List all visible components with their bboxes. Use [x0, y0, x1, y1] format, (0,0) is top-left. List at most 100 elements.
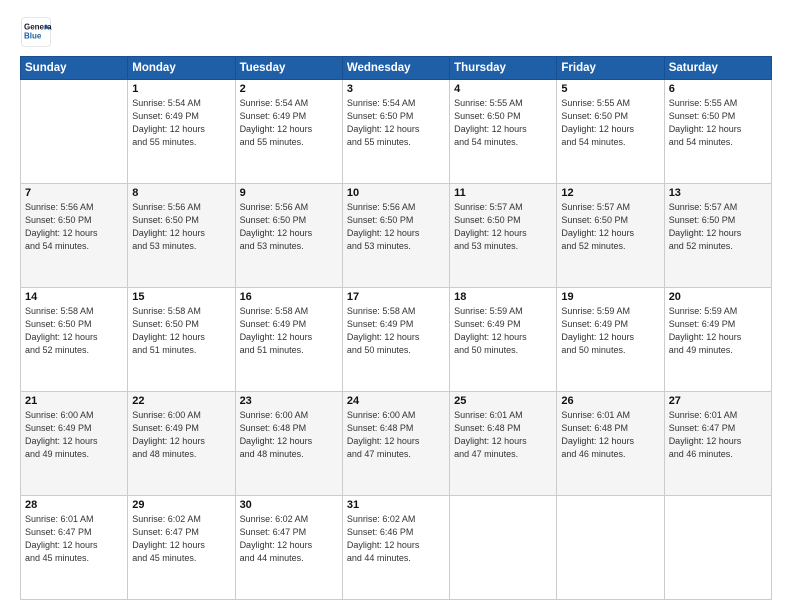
- day-number: 19: [561, 291, 659, 303]
- cell-w2-d2: 16Sunrise: 5:58 AMSunset: 6:49 PMDayligh…: [235, 288, 342, 392]
- cell-w4-d5: [557, 496, 664, 600]
- cell-w4-d4: [450, 496, 557, 600]
- day-number: 12: [561, 187, 659, 199]
- cell-w3-d1: 22 Sunrise: 6:00 AMSunset: 6:49 PMDayligh…: [128, 392, 235, 496]
- day-info: Sunrise: 5:55 AMSunset: 6:50 PMDaylight:…: [561, 97, 659, 149]
- cell-w0-d1: 1Sunrise: 5:54 AMSunset: 6:49 PMDaylight…: [128, 80, 235, 184]
- day-number: 26: [561, 395, 659, 407]
- cell-w0-d6: 6 Sunrise: 5:55 AMSunset: 6:50 PMDaylight…: [664, 80, 771, 184]
- day-number: 18: [454, 291, 552, 303]
- day-number: 13: [669, 187, 767, 199]
- cell-w3-d6: 27 Sunrise: 6:01 AMSunset: 6:47 PMDayligh…: [664, 392, 771, 496]
- day-info: Sunrise: 5:54 AMSunset: 6:50 PMDaylight:…: [347, 97, 445, 149]
- day-info: Sunrise: 6:01 AMSunset: 6:47 PMDaylight:…: [669, 409, 767, 461]
- day-info: Sunrise: 5:55 AMSunset: 6:50 PMDaylight:…: [454, 97, 552, 149]
- header: General Blue: [20, 16, 772, 48]
- day-info: Sunrise: 5:56 AMSunset: 6:50 PMDaylight:…: [132, 201, 230, 253]
- page: General Blue SundayMondayTuesdayWednesda…: [0, 0, 792, 612]
- day-number: 9: [240, 187, 338, 199]
- cell-w3-d5: 26Sunrise: 6:01 AMSunset: 6:48 PMDayligh…: [557, 392, 664, 496]
- cell-w4-d2: 30Sunrise: 6:02 AMSunset: 6:47 PMDayligh…: [235, 496, 342, 600]
- cell-w3-d4: 25Sunrise: 6:01 AMSunset: 6:48 PMDayligh…: [450, 392, 557, 496]
- day-info: Sunrise: 6:02 AMSunset: 6:47 PMDaylight:…: [240, 513, 338, 565]
- day-info: Sunrise: 5:57 AMSunset: 6:50 PMDaylight:…: [669, 201, 767, 253]
- cell-w2-d5: 19 Sunrise: 5:59 AMSunset: 6:49 PMDayligh…: [557, 288, 664, 392]
- day-number: 4: [454, 83, 552, 95]
- day-info: Sunrise: 5:57 AMSunset: 6:50 PMDaylight:…: [561, 201, 659, 253]
- day-number: 20: [669, 291, 767, 303]
- day-info: Sunrise: 5:59 AMSunset: 6:49 PMDaylight:…: [669, 305, 767, 357]
- cell-w2-d4: 18 Sunrise: 5:59 AMSunset: 6:49 PMDayligh…: [450, 288, 557, 392]
- cell-w1-d0: 7Sunrise: 5:56 AMSunset: 6:50 PMDaylight…: [21, 184, 128, 288]
- cell-w1-d4: 11Sunrise: 5:57 AMSunset: 6:50 PMDayligh…: [450, 184, 557, 288]
- cell-w1-d3: 10Sunrise: 5:56 AMSunset: 6:50 PMDayligh…: [342, 184, 449, 288]
- week-row-2: 14 Sunrise: 5:58 AMSunset: 6:50 PMDayligh…: [21, 288, 772, 392]
- day-number: 25: [454, 395, 552, 407]
- cell-w1-d1: 8 Sunrise: 5:56 AMSunset: 6:50 PMDaylight…: [128, 184, 235, 288]
- cell-w0-d2: 2 Sunrise: 5:54 AMSunset: 6:49 PMDaylight…: [235, 80, 342, 184]
- header-row: SundayMondayTuesdayWednesdayThursdayFrid…: [21, 57, 772, 80]
- day-info: Sunrise: 5:56 AMSunset: 6:50 PMDaylight:…: [240, 201, 338, 253]
- day-info: Sunrise: 5:58 AMSunset: 6:49 PMDaylight:…: [347, 305, 445, 357]
- cell-w0-d5: 5 Sunrise: 5:55 AMSunset: 6:50 PMDaylight…: [557, 80, 664, 184]
- day-info: Sunrise: 6:02 AMSunset: 6:46 PMDaylight:…: [347, 513, 445, 565]
- day-number: 16: [240, 291, 338, 303]
- day-number: 22: [132, 395, 230, 407]
- cell-w1-d6: 13 Sunrise: 5:57 AMSunset: 6:50 PMDayligh…: [664, 184, 771, 288]
- day-number: 21: [25, 395, 123, 407]
- calendar-table: SundayMondayTuesdayWednesdayThursdayFrid…: [20, 56, 772, 600]
- day-number: 3: [347, 83, 445, 95]
- day-info: Sunrise: 6:01 AMSunset: 6:47 PMDaylight:…: [25, 513, 123, 565]
- week-row-0: 1Sunrise: 5:54 AMSunset: 6:49 PMDaylight…: [21, 80, 772, 184]
- day-number: 11: [454, 187, 552, 199]
- col-header-monday: Monday: [128, 57, 235, 80]
- svg-text:Blue: Blue: [24, 31, 42, 40]
- cell-w1-d2: 9 Sunrise: 5:56 AMSunset: 6:50 PMDaylight…: [235, 184, 342, 288]
- day-info: Sunrise: 5:54 AMSunset: 6:49 PMDaylight:…: [132, 97, 230, 149]
- day-info: Sunrise: 5:54 AMSunset: 6:49 PMDaylight:…: [240, 97, 338, 149]
- day-info: Sunrise: 6:00 AMSunset: 6:49 PMDaylight:…: [25, 409, 123, 461]
- day-info: Sunrise: 5:58 AMSunset: 6:50 PMDaylight:…: [25, 305, 123, 357]
- day-number: 23: [240, 395, 338, 407]
- cell-w0-d0: [21, 80, 128, 184]
- cell-w2-d0: 14 Sunrise: 5:58 AMSunset: 6:50 PMDayligh…: [21, 288, 128, 392]
- day-info: Sunrise: 5:59 AMSunset: 6:49 PMDaylight:…: [454, 305, 552, 357]
- cell-w3-d3: 24 Sunrise: 6:00 AMSunset: 6:48 PMDayligh…: [342, 392, 449, 496]
- day-number: 6: [669, 83, 767, 95]
- day-number: 2: [240, 83, 338, 95]
- cell-w4-d0: 28 Sunrise: 6:01 AMSunset: 6:47 PMDayligh…: [21, 496, 128, 600]
- day-info: Sunrise: 5:55 AMSunset: 6:50 PMDaylight:…: [669, 97, 767, 149]
- day-number: 27: [669, 395, 767, 407]
- cell-w3-d2: 23 Sunrise: 6:00 AMSunset: 6:48 PMDayligh…: [235, 392, 342, 496]
- day-number: 15: [132, 291, 230, 303]
- cell-w0-d4: 4 Sunrise: 5:55 AMSunset: 6:50 PMDaylight…: [450, 80, 557, 184]
- day-info: Sunrise: 5:59 AMSunset: 6:49 PMDaylight:…: [561, 305, 659, 357]
- day-info: Sunrise: 6:00 AMSunset: 6:48 PMDaylight:…: [347, 409, 445, 461]
- day-number: 8: [132, 187, 230, 199]
- day-number: 14: [25, 291, 123, 303]
- cell-w1-d5: 12 Sunrise: 5:57 AMSunset: 6:50 PMDayligh…: [557, 184, 664, 288]
- day-number: 31: [347, 499, 445, 511]
- day-number: 7: [25, 187, 123, 199]
- day-number: 5: [561, 83, 659, 95]
- cell-w2-d6: 20 Sunrise: 5:59 AMSunset: 6:49 PMDayligh…: [664, 288, 771, 392]
- col-header-friday: Friday: [557, 57, 664, 80]
- day-info: Sunrise: 6:00 AMSunset: 6:48 PMDaylight:…: [240, 409, 338, 461]
- logo-icon: General Blue: [20, 16, 52, 48]
- col-header-saturday: Saturday: [664, 57, 771, 80]
- day-info: Sunrise: 6:00 AMSunset: 6:49 PMDaylight:…: [132, 409, 230, 461]
- col-header-sunday: Sunday: [21, 57, 128, 80]
- cell-w4-d1: 29Sunrise: 6:02 AMSunset: 6:47 PMDayligh…: [128, 496, 235, 600]
- day-number: 28: [25, 499, 123, 511]
- day-info: Sunrise: 5:56 AMSunset: 6:50 PMDaylight:…: [347, 201, 445, 253]
- cell-w4-d6: [664, 496, 771, 600]
- col-header-tuesday: Tuesday: [235, 57, 342, 80]
- week-row-1: 7 Sunrise: 5:56 AMSunset: 6:50 PMDaylight…: [21, 184, 772, 288]
- day-number: 24: [347, 395, 445, 407]
- cell-w2-d1: 15Sunrise: 5:58 AMSunset: 6:50 PMDayligh…: [128, 288, 235, 392]
- day-number: 17: [347, 291, 445, 303]
- day-number: 29: [132, 499, 230, 511]
- col-header-thursday: Thursday: [450, 57, 557, 80]
- week-row-3: 21 Sunrise: 6:00 AMSunset: 6:49 PMDayligh…: [21, 392, 772, 496]
- cell-w4-d3: 31 Sunrise: 6:02 AMSunset: 6:46 PMDayligh…: [342, 496, 449, 600]
